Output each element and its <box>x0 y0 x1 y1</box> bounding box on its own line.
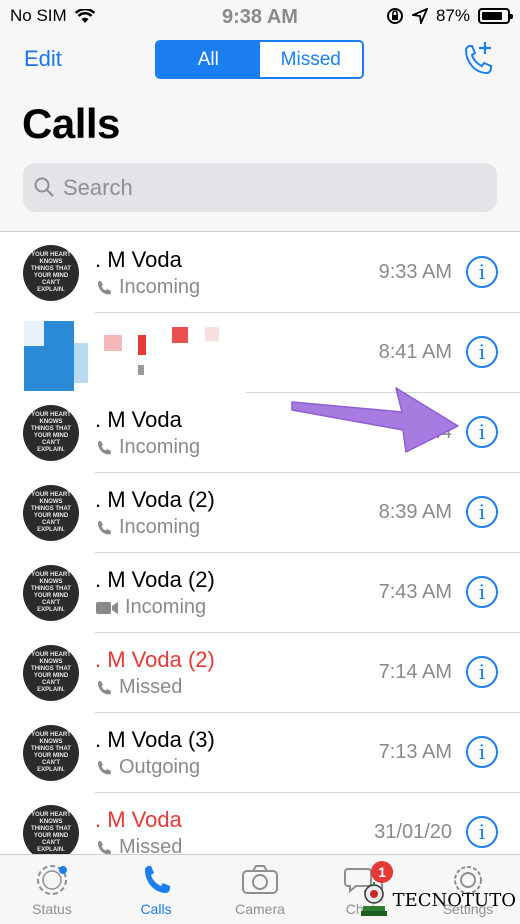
call-type-label: Incoming <box>125 596 207 618</box>
info-icon[interactable]: i <box>466 256 498 288</box>
avatar: YOUR HEART KNOWS THINGS THAT YOUR MIND C… <box>23 645 79 701</box>
phone-icon <box>98 440 111 454</box>
call-row[interactable]: YOUR HEART KNOWS THINGS THAT YOUR MIND C… <box>0 633 520 713</box>
call-time: 7:14 AM <box>378 661 452 683</box>
phone-icon <box>98 680 111 694</box>
battery-percent: 87% <box>435 6 470 25</box>
search-icon <box>34 177 54 197</box>
edit-button[interactable]: Edit <box>24 46 62 72</box>
call-row[interactable]: YOUR HEART KNOWS THINGS THAT YOUR MIND C… <box>0 713 520 793</box>
call-type: Incoming <box>95 436 200 459</box>
status-right: 87% <box>386 6 513 26</box>
call-name: . M Voda <box>95 247 182 272</box>
phone-icon <box>98 280 111 294</box>
info-icon[interactable]: i <box>466 656 498 688</box>
call-name: . M Voda <box>95 407 182 432</box>
call-name: . M Voda <box>95 807 182 832</box>
call-type: Outgoing <box>95 756 200 779</box>
new-call-icon[interactable] <box>458 40 498 80</box>
call-list: YOUR HEART KNOWS THINGS THAT YOUR MIND C… <box>0 233 520 873</box>
call-type: Incoming <box>95 516 200 539</box>
tab-all[interactable]: All <box>157 42 260 77</box>
page-title: Calls <box>22 100 120 147</box>
watermark: TECNOTUTO <box>359 880 516 920</box>
calls-header: Edit All Missed Calls Search <box>0 32 520 232</box>
info-icon[interactable]: i <box>466 736 498 768</box>
battery-icon <box>478 8 513 24</box>
avatar: YOUR HEART KNOWS THINGS THAT YOUR MIND C… <box>23 565 79 621</box>
camera-icon <box>242 865 278 894</box>
tecnotuto-logo-icon <box>360 882 387 916</box>
call-row[interactable]: YOUR HEART KNOWS THINGS THAT YOUR MIND C… <box>0 473 520 553</box>
call-name: . M Voda (2) <box>95 567 215 592</box>
tab-missed[interactable]: Missed <box>259 42 362 77</box>
call-name: . M Voda (2) <box>95 647 215 672</box>
phone-icon <box>98 760 111 774</box>
call-type-label: Incoming <box>119 276 201 298</box>
annotation-arrow-icon <box>291 387 459 453</box>
call-type: Incoming <box>95 276 200 299</box>
avatar: YOUR HEART KNOWS THINGS THAT YOUR MIND C… <box>23 245 79 301</box>
call-type-label: Outgoing <box>119 756 201 778</box>
info-icon[interactable]: i <box>466 496 498 528</box>
status-bar: No SIM 9:38 AM 87% <box>0 0 520 32</box>
call-time: 31/01/20 <box>374 821 452 843</box>
tab-status-label: Status <box>32 901 72 917</box>
call-name: . M Voda (3) <box>95 727 215 752</box>
watermark-text: TECNOTUTO <box>392 889 516 911</box>
call-row[interactable]: YOUR HEART KNOWS THINGS THAT YOUR MIND C… <box>0 553 520 633</box>
call-row[interactable]: YOUR HEART KNOWS THINGS THAT YOUR MIND C… <box>0 233 520 313</box>
call-type: Incoming <box>95 596 206 619</box>
call-time: 8:41 AM <box>378 341 452 363</box>
search-placeholder: Search <box>63 175 133 200</box>
avatar: YOUR HEART KNOWS THINGS THAT YOUR MIND C… <box>23 405 79 461</box>
call-time: 7:43 AM <box>378 581 452 603</box>
call-time: 9:33 AM <box>378 261 452 283</box>
info-icon[interactable]: i <box>466 336 498 368</box>
call-time: 7:13 AM <box>378 741 452 763</box>
phone-icon <box>98 520 111 534</box>
status-icon <box>37 865 67 895</box>
info-icon[interactable]: i <box>466 816 498 848</box>
orientation-lock-icon <box>386 8 403 24</box>
call-type-label: Incoming <box>119 516 201 538</box>
video-icon <box>96 601 118 614</box>
tab-camera[interactable]: Camera <box>208 863 312 917</box>
tab-calls-label: Calls <box>140 901 172 917</box>
avatar: YOUR HEART KNOWS THINGS THAT YOUR MIND C… <box>23 725 79 781</box>
tab-status[interactable]: Status <box>0 863 104 917</box>
call-type: Missed <box>95 676 182 699</box>
call-type-label: Incoming <box>119 436 201 458</box>
avatar: YOUR HEART KNOWS THINGS THAT YOUR MIND C… <box>23 485 79 541</box>
phone-icon <box>145 866 170 893</box>
tab-camera-label: Camera <box>235 901 285 917</box>
avatar: YOUR HEART KNOWS THINGS THAT YOUR MIND C… <box>23 805 79 861</box>
call-name: . M Voda (2) <box>95 487 215 512</box>
call-time: 8:39 AM <box>378 501 452 523</box>
tab-calls[interactable]: Calls <box>104 863 208 917</box>
calls-filter-segment: All Missed <box>155 40 364 79</box>
call-type-label: Missed <box>119 676 183 698</box>
location-icon <box>411 8 428 24</box>
info-icon[interactable]: i <box>466 576 498 608</box>
search-bar[interactable]: Search <box>23 163 497 212</box>
info-icon[interactable]: i <box>466 416 498 448</box>
